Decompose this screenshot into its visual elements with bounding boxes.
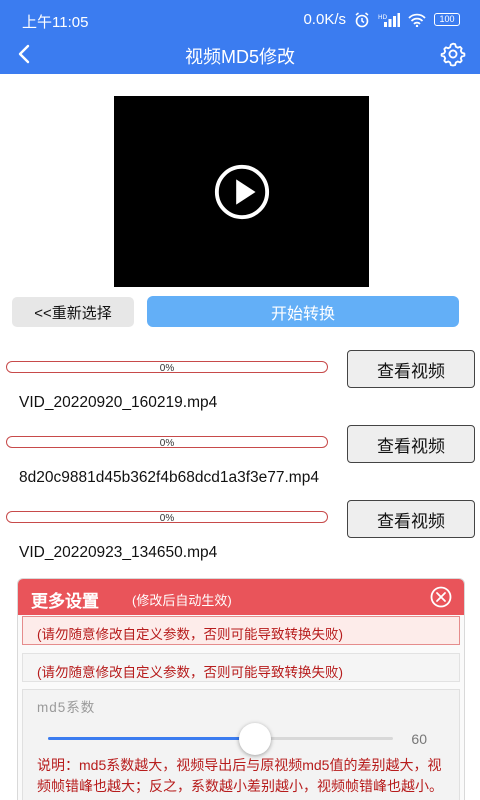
app-bar: 视频MD5修改 (0, 36, 480, 74)
settings-header: 更多设置 (修改后自动生效) (18, 579, 464, 615)
svg-text:HD: HD (378, 14, 388, 21)
file-name: 8d20c9881d45b362f4b68dcd1a3f3e77.mp4 (19, 469, 319, 486)
page-title: 视频MD5修改 (184, 47, 295, 67)
settings-subtitle: (修改后自动生效) (132, 593, 232, 608)
warning-text: (请勿随意修改自定义参数，否则可能导致转换失败) (22, 616, 460, 645)
view-video-button[interactable]: 查看视频 (347, 500, 475, 538)
file-item: 0% 查看视频 8d20c9881d45b362f4b68dcd1a3f3e77… (0, 425, 480, 495)
alarm-icon (355, 11, 369, 27)
file-name: VID_20220923_134650.mp4 (19, 544, 218, 561)
wifi-icon (408, 13, 426, 27)
reselect-button[interactable]: <<重新选择 (12, 297, 134, 327)
start-convert-button[interactable]: 开始转换 (147, 296, 459, 327)
warning-text: (请勿随意修改自定义参数，否则可能导致转换失败) (22, 653, 460, 682)
md5-label: md5系数 (37, 700, 96, 715)
md5-slider-thumb[interactable] (239, 723, 271, 755)
progress-text: 0% (159, 513, 175, 524)
status-bar: 上午11:05 0.0K/s HD 100 (0, 0, 480, 36)
md5-value: 60 (411, 731, 427, 747)
md5-slider-fill (48, 737, 255, 740)
view-video-button[interactable]: 查看视频 (347, 350, 475, 388)
settings-card: 更多设置 (修改后自动生效) (请勿随意修改自定义参数，否则可能导致转换失败) … (17, 578, 465, 800)
view-video-button[interactable]: 查看视频 (347, 425, 475, 463)
video-preview[interactable] (114, 96, 369, 287)
status-icons: 0.0K/s HD 100 (303, 11, 460, 28)
file-item: 0% 查看视频 VID_20220920_160219.mp4 (0, 350, 480, 420)
play-icon[interactable] (213, 163, 271, 221)
settings-title: 更多设置 (31, 592, 99, 611)
progress-text: 0% (159, 438, 175, 449)
md5-slider-track[interactable] (48, 737, 393, 740)
close-icon[interactable] (430, 586, 452, 608)
md5-description: 说明：md5系数越大，视频导出后与原视频md5值的差别越大，视频帧错峰也越大；反… (37, 757, 443, 794)
battery-icon: 100 (434, 13, 460, 26)
settings-gear-icon[interactable] (440, 41, 466, 67)
md5-param-panel: md5系数 60 说明：md5系数越大，视频导出后与原视频md5值的差别越大，视… (22, 689, 460, 800)
file-item: 0% 查看视频 VID_20220923_134650.mp4 (0, 500, 480, 570)
progress-text: 0% (159, 363, 175, 374)
signal-icon: HD (378, 12, 400, 27)
file-name: VID_20220920_160219.mp4 (19, 394, 218, 411)
status-time: 上午11:05 (22, 14, 89, 31)
network-speed: 0.0K/s (303, 11, 346, 28)
